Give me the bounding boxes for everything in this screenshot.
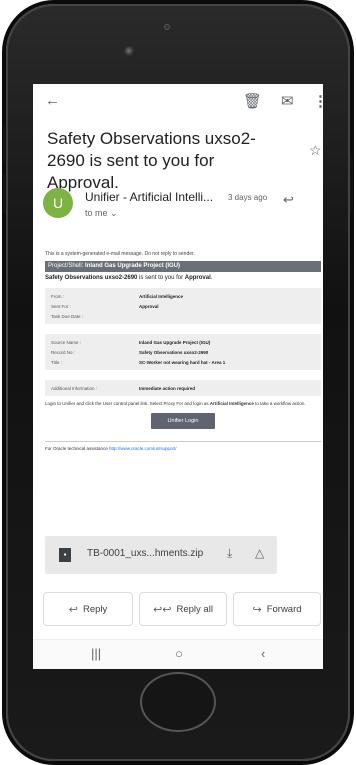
recent-apps-icon[interactable]: ||| — [91, 646, 101, 661]
unifier-login-button[interactable]: Unifier Login — [151, 413, 215, 429]
login-text-b: Artificial Intelligence — [209, 401, 254, 406]
detail-label: Source Name : — [51, 339, 82, 345]
detail-row: From : Artificial Intelligence — [51, 291, 315, 301]
approval-line: Safety Observations uxso2-2690 is sent t… — [45, 275, 321, 281]
approval-record: Safety Observations uxso2-2690 — [45, 275, 138, 281]
trash-icon[interactable]: 🗑 — [243, 92, 262, 110]
approval-end: . — [210, 275, 213, 281]
front-speaker — [164, 24, 170, 30]
reply-label: Reply — [82, 603, 108, 615]
back-arrow-icon[interactable]: ← — [45, 92, 60, 109]
home-icon[interactable]: ○ — [175, 646, 183, 661]
forward-label: Forward — [266, 603, 302, 615]
approval-text: is sent to you for — [137, 275, 185, 281]
sender-avatar[interactable]: U — [43, 188, 73, 218]
forward-button[interactable]: ↪ Forward — [233, 592, 321, 626]
record-panel: Source Name : Inland Gas Upgrade Project … — [45, 334, 321, 370]
reply-actions: ↩ Reply ↩↩ Reply all ↪ Forward — [43, 592, 323, 628]
detail-value: Approval — [139, 303, 159, 309]
detail-value: SC-Worker not wearing hard hat - Area 1 — [139, 359, 226, 365]
mail-icon[interactable]: ✉ — [281, 92, 294, 110]
auto-message-notice: This is a system-generated e-mail messag… — [45, 251, 195, 257]
support-link[interactable]: http://www.oracle.com/us/support/ — [109, 446, 177, 451]
detail-value: Safety Observations uxso2-2690 — [139, 349, 209, 355]
attachment-name[interactable]: TB-0001_uxs...hments.zip — [87, 548, 203, 559]
login-instructions: Login to Unifier and click the User cont… — [45, 401, 321, 407]
detail-label: Additional Information : — [51, 385, 98, 391]
email-body: This is a system-generated e-mail messag… — [45, 251, 321, 451]
volume-up-button — [3, 124, 6, 164]
more-vert-icon[interactable]: ⋮ — [319, 191, 323, 207]
detail-row: Record No : Safety Observations uxso2-269… — [51, 347, 315, 357]
reply-all-icon: ↩↩ — [153, 603, 172, 616]
detail-value: Inland Gas Upgrade Project (IGU) — [139, 339, 211, 345]
detail-label: Record No : — [51, 349, 76, 355]
detail-value: Immediate action required — [139, 385, 196, 391]
download-icon[interactable]: ⤓ — [227, 546, 232, 561]
detail-label: Sent For : — [51, 303, 71, 309]
divider — [45, 441, 321, 442]
email-subject: Safety Observations uxso2-2690 is sent t… — [47, 129, 256, 192]
approval-action: Approval — [184, 275, 211, 281]
detail-row: Sent For : Approval — [51, 301, 315, 311]
detail-row: Title : SC-Worker not wearing hard hat - … — [51, 357, 315, 367]
sender-row: U Unifier - Artificial Intelli... 3 days… — [43, 188, 323, 228]
email-toolbar: ← 🗑 ✉ ⋮ — [33, 84, 323, 118]
reply-button[interactable]: ↩ Reply — [43, 592, 133, 626]
project-label: Project/Shell: — [48, 263, 84, 269]
task-panel: From : Artificial Intelligence Sent For :… — [45, 288, 321, 324]
detail-row: Task Due Date : — [51, 311, 315, 321]
star-icon[interactable]: ☆ — [309, 142, 322, 159]
android-nav-bar: ||| ○ ‹ — [33, 639, 323, 669]
zip-file-icon: ▪ — [59, 548, 71, 562]
login-text-a: Login to Unifier and click the User cont… — [45, 401, 210, 406]
detail-row: Source Name : Inland Gas Upgrade Project … — [51, 337, 315, 347]
detail-label: Title : — [51, 359, 62, 365]
support-text: For Oracle technical assistance — [45, 446, 110, 451]
home-button[interactable] — [140, 672, 216, 732]
reply-all-label: Reply all — [176, 603, 213, 615]
attachment-chip[interactable]: ▪ TB-0001_uxs...hments.zip ⤓ △ — [45, 536, 277, 574]
additional-info-panel: Additional Information : Immediate action… — [45, 380, 321, 396]
email-time: 3 days ago — [228, 193, 268, 202]
volume-down-button — [3, 174, 6, 214]
reply-icon: ↩ — [68, 603, 78, 616]
login-text-c: to take a workflow action. — [253, 401, 306, 406]
phone-screen: ← 🗑 ✉ ⋮ Safety Observations uxso2-2690 i… — [33, 84, 323, 669]
sender-name[interactable]: Unifier - Artificial Intelli... — [85, 190, 213, 204]
project-bar: Project/Shell: Inland Gas Upgrade Projec… — [45, 261, 321, 272]
project-value: Inland Gas Upgrade Project (IGU) — [85, 263, 181, 269]
recipient-toggle[interactable]: to me ⌄ — [85, 208, 118, 219]
more-vert-icon[interactable]: ⋮ — [313, 92, 323, 110]
power-button — [350, 154, 353, 214]
nav-back-icon[interactable]: ‹ — [261, 646, 265, 661]
front-camera — [124, 46, 136, 58]
support-line: For Oracle technical assistance http://w… — [45, 446, 321, 451]
detail-label: From : — [51, 293, 64, 299]
forward-icon: ↪ — [252, 603, 262, 616]
reply-all-button[interactable]: ↩↩ Reply all — [139, 592, 227, 626]
detail-row: Additional Information : Immediate action… — [51, 383, 315, 393]
drive-icon[interactable]: △ — [255, 546, 264, 560]
detail-value: Artificial Intelligence — [139, 293, 184, 299]
reply-icon[interactable]: ↩ — [283, 192, 294, 208]
detail-label: Task Due Date : — [51, 313, 84, 319]
